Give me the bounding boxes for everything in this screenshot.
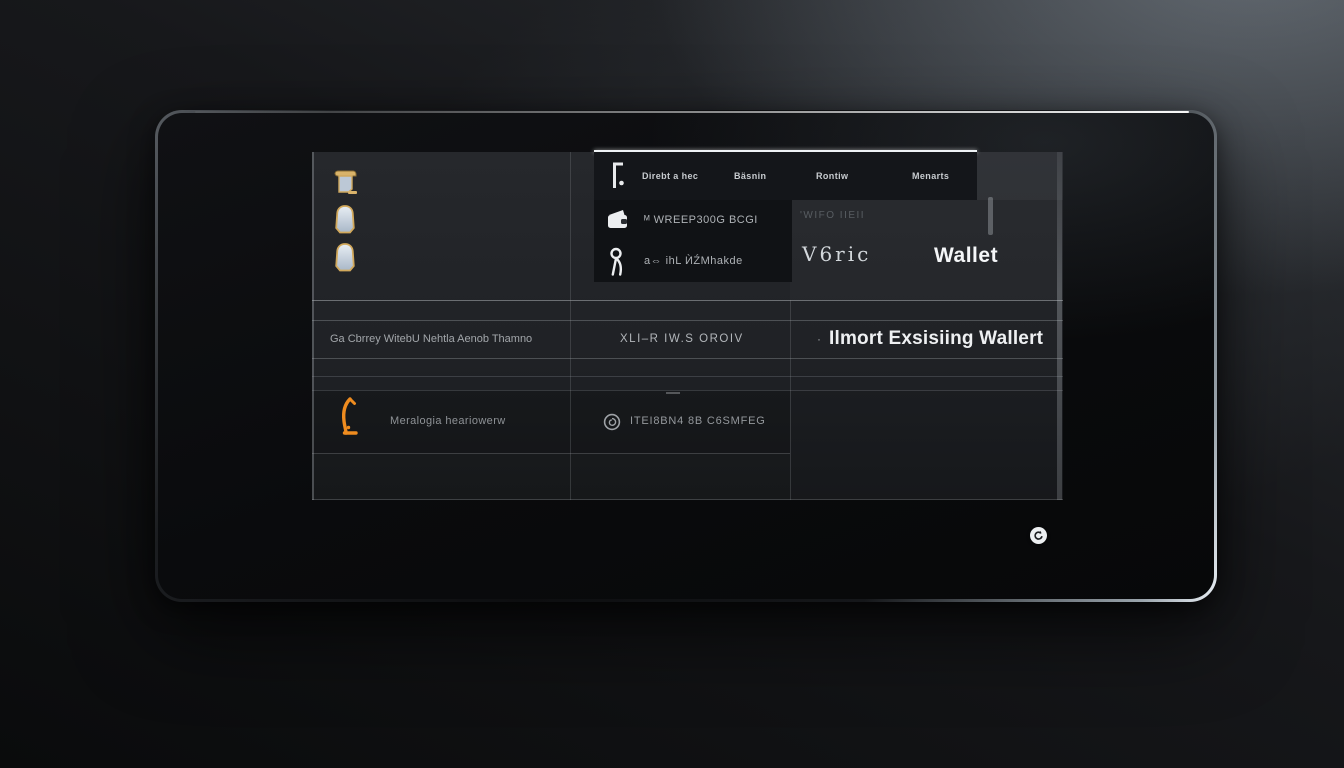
- wallet-version-label: V6ric: [802, 242, 871, 266]
- divider: [312, 300, 1063, 301]
- spiral-icon: [603, 413, 621, 431]
- column-divider: [570, 152, 571, 500]
- panel-left-border: [312, 152, 314, 500]
- sidebar-item-transactions[interactable]: [333, 168, 360, 197]
- wallet-icon: [605, 207, 630, 233]
- tick-mark: [666, 392, 680, 394]
- divider: [312, 358, 1063, 359]
- sidebar-item-shield-1[interactable]: [333, 204, 357, 237]
- tab-2[interactable]: Bäsnin: [734, 152, 766, 200]
- settings-row-label: Ga Cbrrey WitebU Nehtla Aenob Thamno: [330, 320, 565, 358]
- person-icon: [607, 247, 628, 278]
- sidebar-item-shield-2[interactable]: [333, 242, 357, 275]
- shield-icon: [333, 242, 357, 275]
- divider: [312, 499, 1063, 500]
- wallet-app-panel: Direbt a hec Bäsnin Rontiw Menarts ᴹ WRE…: [312, 152, 1063, 500]
- tab-3[interactable]: Rontiw: [816, 152, 848, 200]
- account-row-label: a⇔ ihL ЍŹMhakde: [644, 241, 743, 282]
- refresh-icon: [1033, 530, 1044, 541]
- account-list: ᴹ WREEP300G BCGI a⇔ ihL ЍŹMhakde: [594, 200, 792, 282]
- refresh-fab-button[interactable]: [1030, 527, 1047, 544]
- account-row-person[interactable]: a⇔ ihL ЍŹMhakde: [594, 241, 792, 282]
- tab-4[interactable]: Menarts: [912, 152, 949, 200]
- tab-1[interactable]: Direbt a hec: [642, 152, 698, 200]
- panel-top-right-region: [977, 152, 1063, 200]
- shield-icon: [333, 204, 357, 237]
- tablet-screen: Direbt a hec Bäsnin Rontiw Menarts ᴹ WRE…: [158, 113, 1214, 599]
- footer-strip: [312, 453, 790, 499]
- brand-row-label: Meralogia heariowerw: [390, 390, 506, 453]
- account-row-label: ᴹ WREEP300G BCGI: [644, 200, 758, 241]
- divider: [312, 376, 1063, 377]
- divider: [312, 453, 790, 454]
- scrollbar-thumb[interactable]: [988, 197, 993, 235]
- network-row-label: XLI–R IW.S OROIV: [620, 320, 744, 358]
- import-existing-wallet-button[interactable]: · Ilmort Exsisiing Wallert: [817, 320, 1043, 358]
- right-bottom-region: [790, 390, 1063, 500]
- brand-flame-icon[interactable]: [336, 394, 360, 442]
- status-row-label: ITEI8BN4 8B C6SMFEG: [630, 390, 766, 453]
- bracket-icon[interactable]: [608, 161, 628, 191]
- wallet-faint-label: 'WIFO IIEII: [800, 210, 865, 221]
- panel-scrollbar[interactable]: [1057, 152, 1062, 500]
- account-row-wallet[interactable]: ᴹ WREEP300G BCGI: [594, 200, 792, 241]
- tablet-device: Direbt a hec Bäsnin Rontiw Menarts ᴹ WRE…: [155, 110, 1217, 602]
- scroll-icon: [333, 168, 360, 197]
- wallet-title: Wallet: [934, 244, 998, 268]
- import-existing-wallet-label: Ilmort Exsisiing Wallert: [829, 328, 1043, 350]
- tab-bar: Direbt a hec Bäsnin Rontiw Menarts: [594, 152, 977, 200]
- column-divider: [790, 300, 791, 500]
- bullet-icon: ·: [817, 332, 821, 346]
